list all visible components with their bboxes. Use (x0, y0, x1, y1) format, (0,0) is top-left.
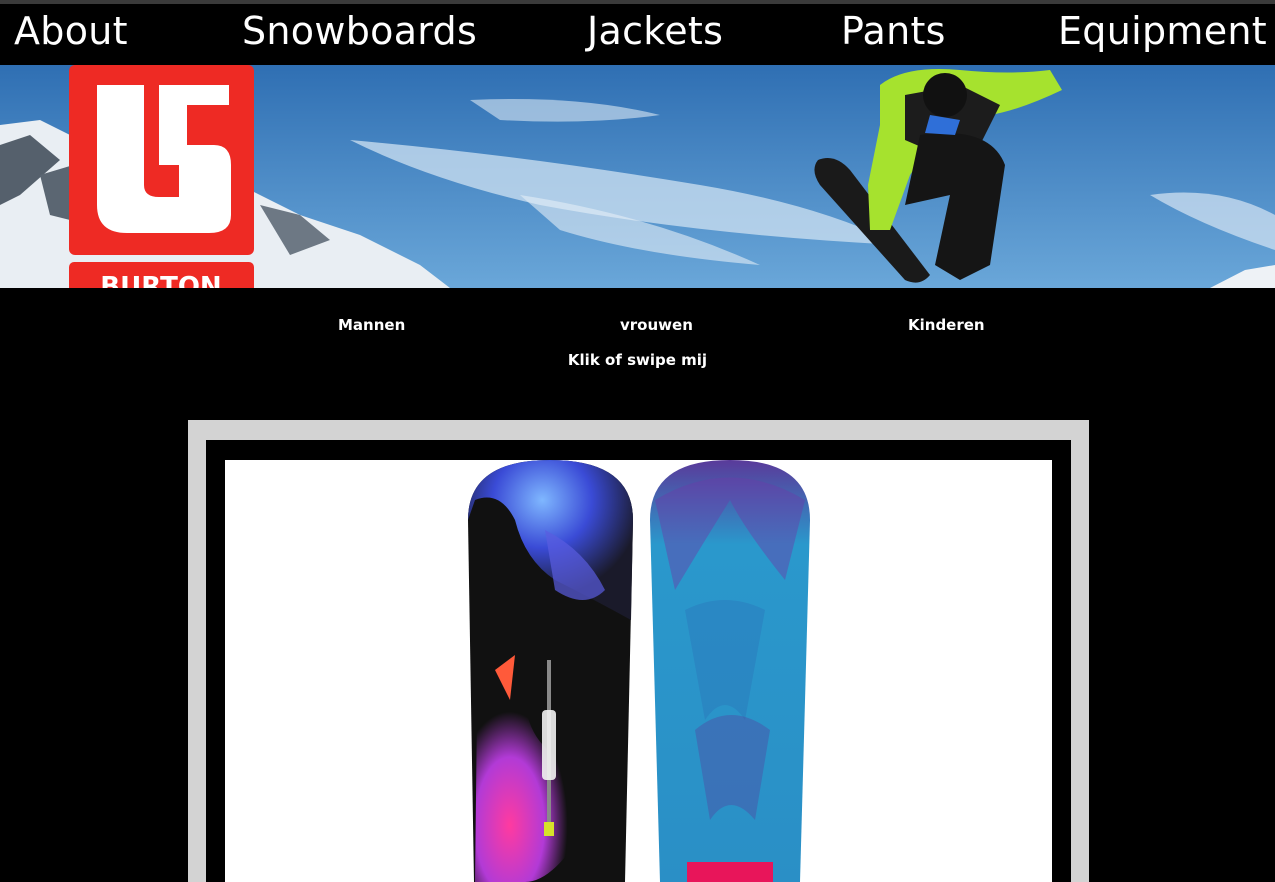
logo-wordmark: BURTON (100, 272, 221, 288)
swipe-hint: Klik of swipe mij (567, 351, 708, 369)
category-kinderen[interactable]: Kinderen (908, 316, 985, 334)
snowboard-image (468, 460, 810, 882)
burton-logo[interactable]: BURTON (69, 65, 255, 288)
nav-equipment[interactable]: Equipment (1058, 8, 1267, 54)
hero-banner: BURTON (0, 65, 1275, 288)
category-vrouwen[interactable]: vrouwen (620, 316, 693, 334)
nav-jackets[interactable]: Jackets (587, 8, 723, 54)
main-nav: About Snowboards Jackets Pants Equipment (0, 4, 1275, 65)
nav-about[interactable]: About (14, 8, 128, 54)
nav-pants[interactable]: Pants (841, 8, 946, 54)
nav-snowboards[interactable]: Snowboards (242, 8, 477, 54)
category-mannen[interactable]: Mannen (338, 316, 405, 334)
snowboard-slide[interactable] (225, 460, 1052, 882)
